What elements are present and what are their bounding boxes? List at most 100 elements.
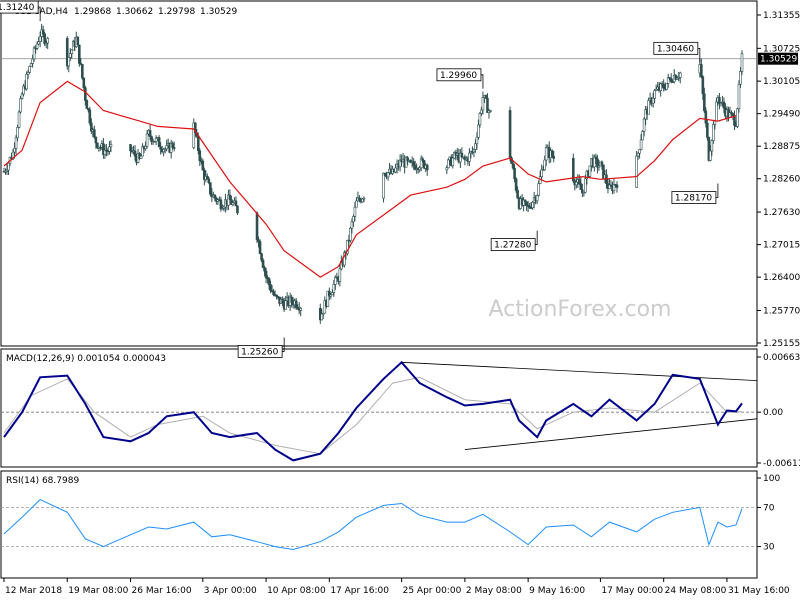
- macd-lower-trendline: [464, 418, 758, 450]
- price-ytick-label: 1.25770: [763, 306, 800, 316]
- xtick-label: 17 Apr 16:00: [330, 586, 389, 596]
- price-candle: [76, 36, 80, 46]
- price-candle: [234, 196, 238, 207]
- price-ytick-label: 1.26400: [763, 273, 800, 283]
- macd-title: MACD(12,26,9) 0.001054 0.000043: [6, 354, 166, 364]
- price-candle: [382, 172, 385, 203]
- price-candle: [335, 272, 339, 279]
- price-candle: [468, 148, 471, 167]
- price-candle: [4, 168, 7, 175]
- price-candle: [258, 239, 262, 255]
- svg-text:1.30460: 1.30460: [657, 44, 694, 54]
- price-ytick-label: 1.27630: [763, 208, 800, 218]
- price-candle: [615, 181, 619, 193]
- price-ytick-label: 1.31355: [763, 11, 800, 21]
- xtick-label: 25 Apr 00:00: [403, 586, 462, 596]
- macd-line: [3, 360, 743, 462]
- header-low: 1.29798: [158, 7, 195, 17]
- rsi-ytick-label: 70: [763, 503, 775, 513]
- xtick-label: 24 May 08:00: [665, 586, 727, 596]
- xtick-label: 19 Mar 08:00: [68, 586, 128, 596]
- price-annotation: 1.25260: [237, 337, 285, 358]
- price-candle: [157, 135, 161, 148]
- rsi-title: RSI(14) 68.7989: [6, 476, 79, 486]
- price-annotation: 1.29960: [436, 68, 484, 89]
- price-candle: [740, 50, 744, 75]
- xtick-label: 26 Mar 16:00: [132, 586, 192, 596]
- header-open: 1.29868: [74, 7, 111, 17]
- rsi-panel-frame: [0, 470, 758, 579]
- price-candle: [81, 63, 84, 80]
- price-candle: [398, 154, 402, 172]
- price-ytick-label: 1.27015: [763, 241, 800, 251]
- price-candle: [85, 99, 89, 109]
- macd-upper-trendline: [401, 361, 758, 381]
- price-candle: [718, 92, 721, 110]
- price-candle: [129, 143, 132, 158]
- svg-text:1.31240: 1.31240: [0, 3, 35, 13]
- price-ytick-label: 1.29490: [763, 110, 800, 120]
- price-ytick-label: 1.28875: [763, 142, 800, 152]
- price-candle: [635, 150, 638, 188]
- price-candle: [349, 226, 352, 243]
- price-candle: [201, 158, 205, 171]
- rsi-ytick-label: 30: [763, 543, 775, 553]
- price-candle: [346, 239, 349, 256]
- price-candle: [700, 58, 703, 79]
- current-price-label: 1.30529: [760, 55, 797, 65]
- xtick-label: 10 Apr 08:00: [267, 586, 326, 596]
- price-ytick-label: 1.25155: [763, 339, 800, 349]
- price-candle: [206, 173, 209, 180]
- macd-ytick-label: 0.006639: [763, 353, 800, 363]
- xtick-label: 2 May 08:00: [466, 586, 522, 596]
- price-candle: [588, 165, 592, 179]
- price-candle: [236, 205, 239, 216]
- price-candle: [665, 83, 668, 91]
- price-candle: [46, 36, 49, 50]
- price-candle: [198, 148, 202, 166]
- price-candle: [28, 65, 31, 74]
- moving-average-line: [3, 80, 737, 278]
- svg-text:1.27280: 1.27280: [494, 241, 531, 251]
- svg-text:1.25260: 1.25260: [241, 347, 278, 357]
- price-candle: [460, 147, 464, 159]
- price-candle: [678, 71, 682, 84]
- macd-panel-frame: [0, 348, 758, 468]
- price-candle: [150, 135, 153, 145]
- rsi-ytick-label: 100: [763, 474, 780, 484]
- svg-text:1.28170: 1.28170: [675, 193, 712, 203]
- price-candle: [102, 137, 105, 159]
- price-panel-frame: [0, 0, 758, 347]
- price-candle: [736, 107, 739, 129]
- price-candle: [508, 106, 512, 162]
- price-candle: [17, 110, 21, 129]
- header-close: 1.30529: [200, 7, 237, 17]
- svg-text:1.29960: 1.29960: [440, 71, 477, 81]
- price-annotation: 1.27280: [490, 230, 538, 251]
- price-ytick-label: 1.30105: [763, 77, 800, 87]
- price-candle: [141, 143, 144, 157]
- price-candle: [582, 191, 586, 197]
- price-candle: [425, 163, 429, 176]
- price-candle: [737, 80, 741, 113]
- chart-canvas: ActionForex.com USDCAD,H4 1.29868 1.3066…: [0, 0, 800, 596]
- price-candle: [575, 176, 578, 189]
- xtick-label: 17 May 00:00: [601, 586, 663, 596]
- macd-ytick-label: 0.00: [763, 408, 783, 418]
- price-annotation: 1.31240: [0, 0, 41, 22]
- price-candle: [535, 194, 539, 204]
- price-candle: [228, 189, 232, 200]
- price-candle: [154, 135, 158, 146]
- watermark: ActionForex.com: [489, 297, 672, 322]
- price-candle: [169, 139, 173, 159]
- price-candle: [108, 141, 111, 155]
- price-candle: [662, 79, 665, 92]
- xtick-label: 12 Mar 2018: [5, 586, 62, 596]
- header-high: 1.30662: [116, 7, 153, 17]
- price-candle: [386, 172, 390, 181]
- price-candle: [67, 56, 71, 73]
- xtick-label: 31 May 16:00: [728, 586, 790, 596]
- price-candle: [255, 211, 259, 244]
- xtick-label: 9 May 16:00: [529, 586, 585, 596]
- price-candle: [299, 306, 303, 317]
